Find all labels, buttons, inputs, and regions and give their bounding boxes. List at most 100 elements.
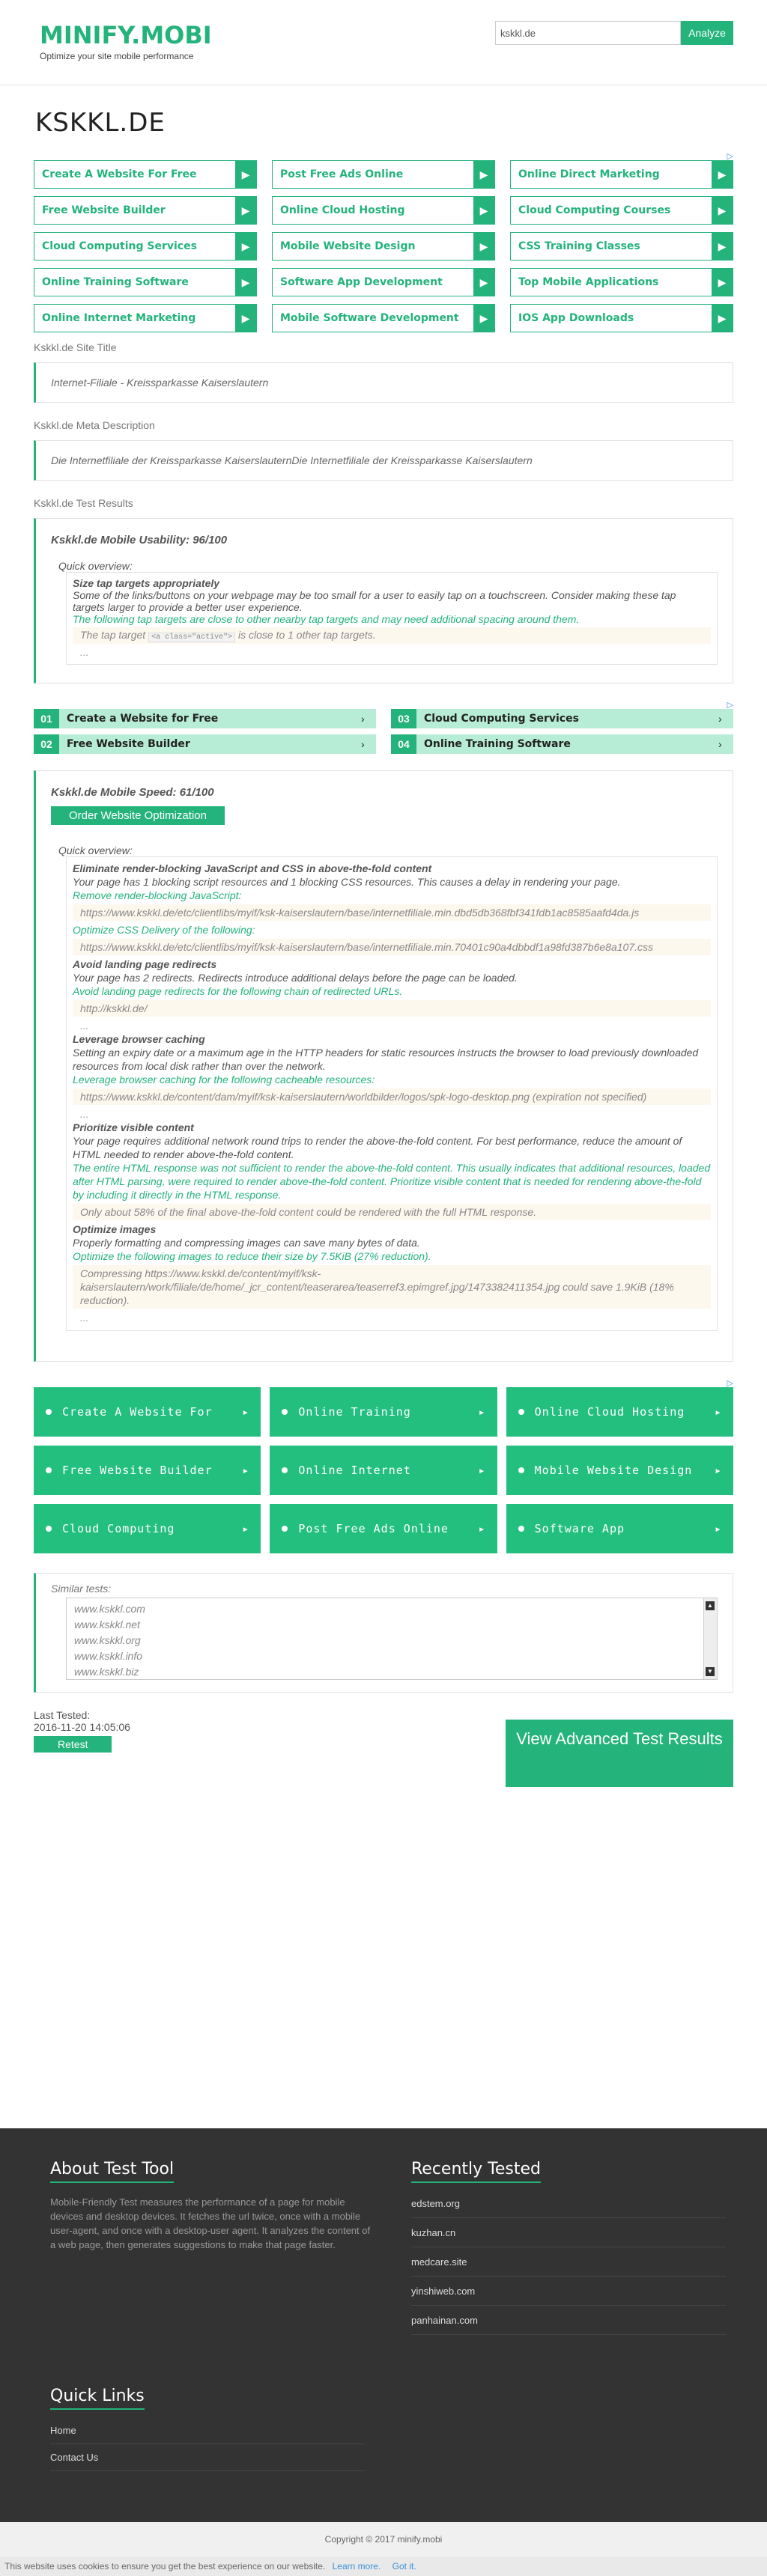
ad-link[interactable]: Online Training Software ▶: [34, 268, 257, 296]
last-tested-section: Last Tested: 2016-11-20 14:05:06 Retest …: [34, 1709, 733, 1787]
ad-link-label: Software App Development: [280, 276, 443, 288]
ad-link[interactable]: Free Website Builder ▶: [34, 196, 257, 225]
adchoices-icon[interactable]: ▷: [34, 700, 733, 710]
quick-links-title: Quick Links: [50, 2387, 145, 2410]
rule-text: Your page has 2 redirects. Redirects int…: [73, 972, 518, 984]
rule-text: Setting an expiry date or a maximum age …: [73, 1047, 699, 1072]
ad-link[interactable]: Create A Website For Free ▶: [34, 160, 257, 189]
ad-link[interactable]: Mobile Website Design ▶: [272, 232, 495, 261]
quick-links-section: Quick Links Home Contact Us: [50, 2387, 365, 2471]
arrow-right-icon: ▶: [712, 269, 733, 296]
arrow-right-icon: ▶: [712, 197, 733, 224]
arrow-right-icon: ▶: [712, 233, 733, 260]
scrollbar[interactable]: ▲ ▼: [703, 1598, 717, 1679]
ad-label: Cloud Computing Services: [424, 713, 579, 725]
code-text: The tap target: [80, 629, 146, 641]
cookie-accept-button[interactable]: Got it.: [392, 2561, 416, 2572]
quick-overview-label: Quick overview:: [58, 560, 133, 572]
footer-link-home[interactable]: Home: [50, 2417, 365, 2444]
similar-tests: Similar tests: www.kskkl.com www.kskkl.n…: [34, 1573, 733, 1693]
similar-test-item[interactable]: www.kskkl.biz: [74, 1664, 709, 1680]
rule-code: Compressing https://www.kskkl.de/content…: [73, 1265, 711, 1309]
cookie-banner: This website uses cookies to ensure you …: [0, 2557, 767, 2576]
recent-link[interactable]: edstem.org: [411, 2189, 726, 2218]
scroll-down-icon[interactable]: ▼: [706, 1667, 715, 1676]
analyze-button[interactable]: Analyze: [681, 21, 733, 45]
ad-links-grid: Create A Website For Free ▶ Post Free Ads…: [34, 160, 733, 332]
cookie-learn-more-link[interactable]: Learn more.: [333, 2561, 381, 2572]
ad-label: Free Website Builder: [67, 738, 190, 750]
adchoices-icon[interactable]: ▷: [34, 151, 733, 161]
ad-label: Online Training Software: [424, 738, 571, 750]
retest-button[interactable]: Retest: [34, 1736, 112, 1753]
ad-list-item[interactable]: 04 Online Training Software ›: [391, 734, 733, 754]
rule-detail: Leverage browser caching for the followi…: [73, 1074, 375, 1085]
similar-tests-list[interactable]: www.kskkl.com www.kskkl.net www.kskkl.or…: [66, 1598, 718, 1680]
rule-detail: Optimize CSS Delivery of the following:: [73, 924, 255, 936]
ad-link-label: IOS App Downloads: [518, 312, 634, 324]
test-results-label: Kskkl.de Test Results: [34, 497, 133, 509]
ad-tile[interactable]: Online Cloud Hosting ▸: [506, 1387, 733, 1437]
ad-link[interactable]: Cloud Computing Courses ▶: [510, 196, 733, 225]
mobile-speed-card: Kskkl.de Mobile Speed: 61/100 Order Webs…: [34, 770, 733, 1362]
ad-tile[interactable]: Online Training ▸: [270, 1387, 497, 1437]
recent-link[interactable]: yinshiweb.com: [411, 2277, 726, 2306]
rule-detail: The following tap targets are close to o…: [73, 613, 580, 625]
ad-tile[interactable]: Software App ▸: [506, 1504, 733, 1553]
ad-list-item[interactable]: 01 Create a Website for Free ›: [34, 709, 376, 728]
ad-link[interactable]: CSS Training Classes ▶: [510, 232, 733, 261]
ad-tile[interactable]: Free Website Builder ▸: [34, 1446, 261, 1495]
ad-link-label: Online Training Software: [42, 276, 189, 288]
ad-link[interactable]: Online Cloud Hosting ▶: [272, 196, 495, 225]
ad-link[interactable]: Mobile Software Development ▶: [272, 304, 495, 332]
search-input[interactable]: [495, 21, 681, 45]
ad-link[interactable]: Cloud Computing Services ▶: [34, 232, 257, 261]
scroll-up-icon[interactable]: ▲: [706, 1601, 715, 1610]
ad-number: 01: [34, 709, 59, 728]
ad-link-label: Top Mobile Applications: [518, 276, 659, 288]
ad-list-item[interactable]: 02 Free Website Builder ›: [34, 734, 376, 754]
arrow-right-icon: ▸: [242, 1522, 249, 1535]
recent-link[interactable]: panhainan.com: [411, 2306, 726, 2335]
ad-tile[interactable]: Cloud Computing ▸: [34, 1504, 261, 1553]
ad-tile[interactable]: Post Free Ads Online ▸: [270, 1504, 497, 1553]
ad-link[interactable]: Online Internet Marketing ▶: [34, 304, 257, 332]
ad-label: Create a Website for Free: [67, 713, 219, 725]
rule-code: http://kskkl.de/: [73, 1000, 711, 1017]
recent-link[interactable]: kuzhan.cn: [411, 2218, 726, 2247]
similar-test-item[interactable]: www.kskkl.com: [74, 1601, 709, 1617]
ad-link[interactable]: Top Mobile Applications ▶: [510, 268, 733, 296]
ad-link-label: Cloud Computing Services: [42, 240, 197, 252]
footer-link-contact[interactable]: Contact Us: [50, 2444, 365, 2471]
ad-tile-label: Free Website Builder: [62, 1464, 213, 1477]
ellipsis: ...: [80, 1108, 89, 1120]
ad-link[interactable]: IOS App Downloads ▶: [510, 304, 733, 332]
rule-text: Properly formatting and compressing imag…: [73, 1237, 420, 1249]
similar-test-item[interactable]: www.kskkl.net: [74, 1617, 709, 1633]
ad-tile-label: Cloud Computing: [62, 1522, 175, 1535]
adchoices-icon[interactable]: ▷: [34, 1378, 733, 1388]
ad-link-label: Mobile Website Design: [280, 240, 416, 252]
bullet-icon: [518, 1409, 524, 1415]
ad-link[interactable]: Software App Development ▶: [272, 268, 495, 296]
site-logo[interactable]: MINIFY.MOBI Optimize your site mobile pe…: [40, 21, 212, 61]
rule-heading: Size tap targets appropriately: [73, 577, 220, 589]
arrow-right-icon: ▸: [478, 1405, 485, 1419]
arrow-right-icon: ▸: [714, 1464, 721, 1477]
arrow-right-icon: ▶: [235, 233, 256, 260]
ad-tile[interactable]: Mobile Website Design ▸: [506, 1446, 733, 1495]
chevron-right-icon: ›: [361, 713, 365, 725]
arrow-right-icon: ▸: [714, 1405, 721, 1419]
about-section: About Test Tool Mobile-Friendly Test mea…: [50, 2160, 372, 2252]
ad-list-item[interactable]: 03 Cloud Computing Services ›: [391, 709, 733, 728]
view-advanced-results-button[interactable]: View Advanced Test Results: [506, 1720, 733, 1787]
ad-link[interactable]: Online Direct Marketing ▶: [510, 160, 733, 189]
arrow-right-icon: ▶: [473, 305, 494, 332]
ad-tile[interactable]: Create A Website For ▸: [34, 1387, 261, 1437]
recent-link[interactable]: medcare.site: [411, 2247, 726, 2277]
similar-test-item[interactable]: www.kskkl.org: [74, 1633, 709, 1648]
order-optimization-button[interactable]: Order Website Optimization: [51, 806, 225, 825]
ad-tile[interactable]: Online Internet ▸: [270, 1446, 497, 1495]
similar-test-item[interactable]: www.kskkl.info: [74, 1648, 709, 1664]
ad-link[interactable]: Post Free Ads Online ▶: [272, 160, 495, 189]
